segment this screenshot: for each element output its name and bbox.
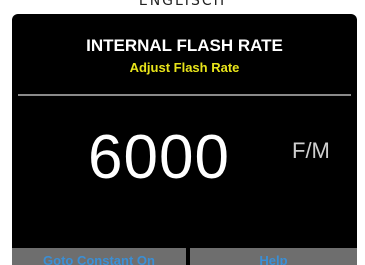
device-screen: INTERNAL FLASH RATE Adjust Flash Rate 60… <box>12 14 357 265</box>
soft-button-bar: Goto Constant On Help <box>12 248 357 265</box>
flash-rate-unit: F/M <box>292 138 330 163</box>
language-caption: ENGLISCH <box>138 0 227 9</box>
screen-title: INTERNAL FLASH RATE <box>86 36 283 55</box>
flash-rate-value: 6000 <box>88 123 230 192</box>
header-divider <box>18 94 351 96</box>
goto-constant-on-button[interactable]: Goto Constant On <box>12 248 186 265</box>
help-button[interactable]: Help <box>190 248 357 265</box>
screen-subtitle: Adjust Flash Rate <box>129 60 240 75</box>
